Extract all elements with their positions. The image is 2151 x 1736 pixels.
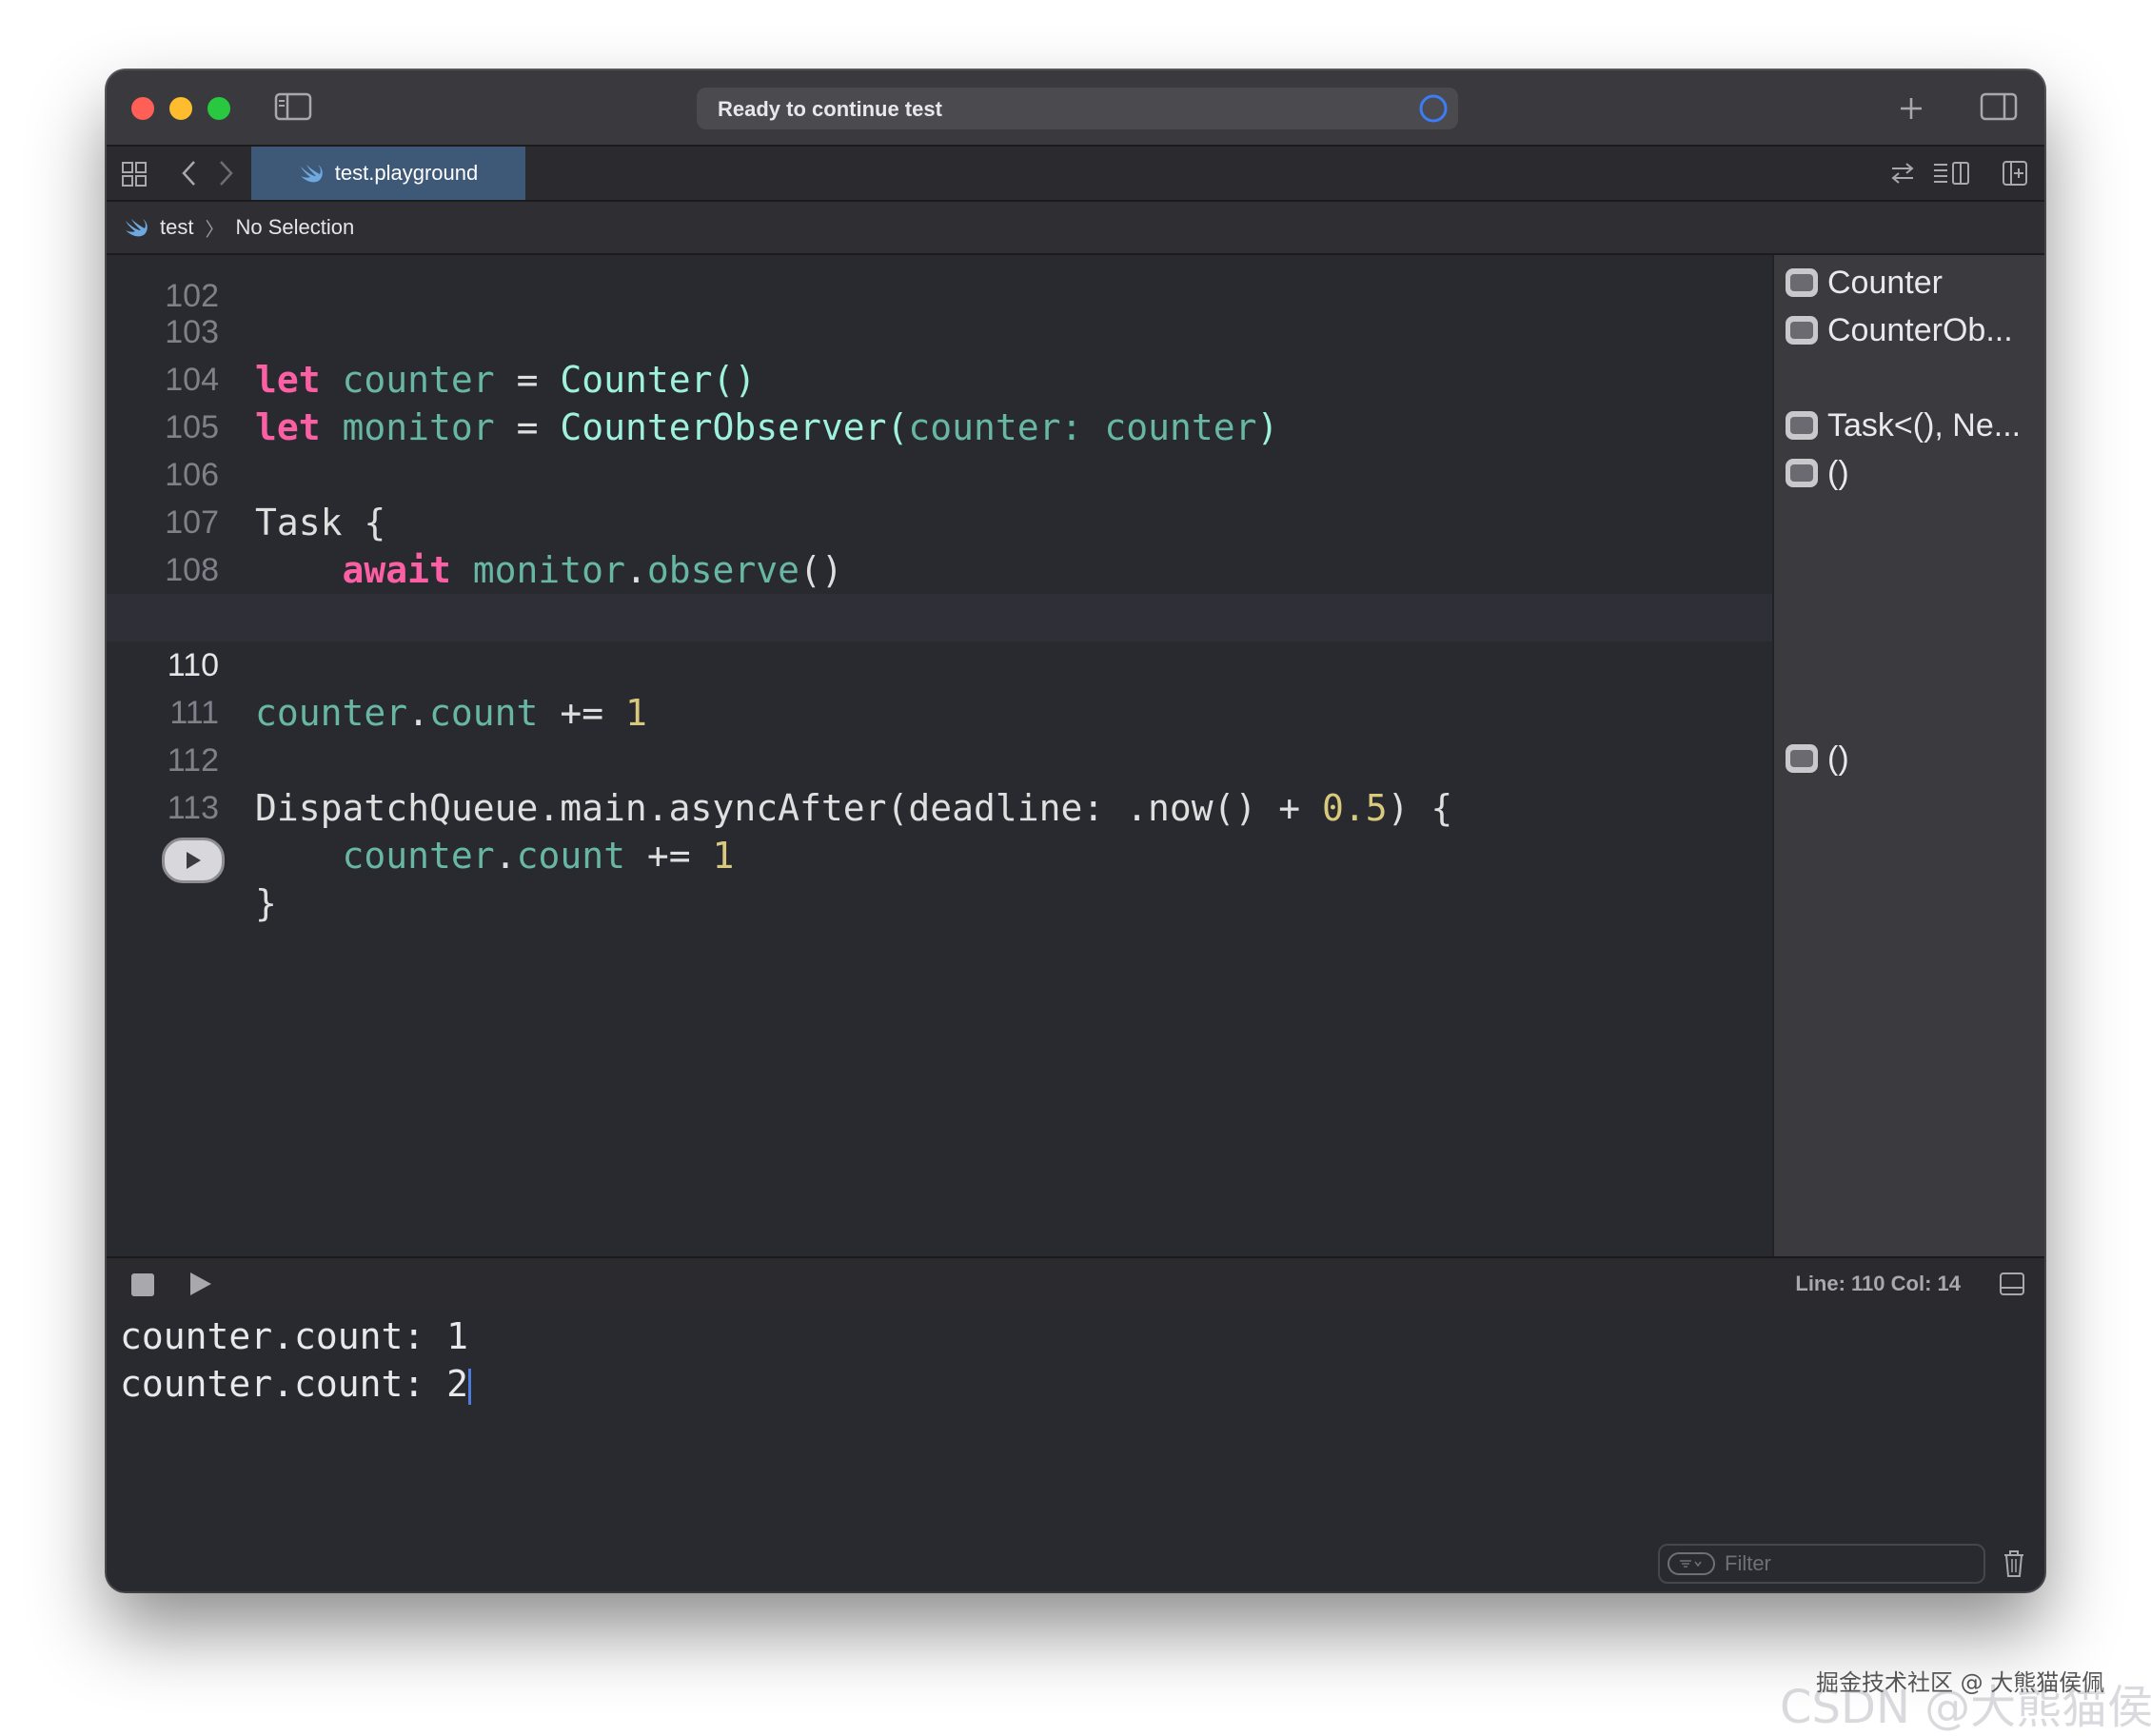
code-identifier: counter (342, 835, 495, 877)
breadcrumb-separator-icon: 〉 (205, 219, 225, 241)
breadcrumb-project[interactable]: test (160, 215, 193, 240)
toggle-console-icon[interactable] (1997, 1270, 2027, 1298)
quick-look-icon[interactable] (1786, 268, 1818, 297)
result-label: Task<(), Ne... (1827, 406, 2022, 444)
code-line: 105 (107, 356, 1772, 445)
title-bar: Ready to continue test (107, 70, 2044, 147)
minimize-window-button[interactable] (169, 97, 192, 120)
watermark-juejin: 掘金技术社区 @ 大熊猫侯佩 (1816, 1669, 2105, 1696)
code-line: 106 Task { (107, 404, 1772, 543)
inspector-toggle-icon[interactable] (1978, 89, 2020, 124)
source-editor[interactable]: 102 103 let counter = Counter() 104 let … (107, 255, 1772, 1256)
debug-bar: Line: 110 Col: 14 (107, 1256, 2044, 1312)
code-line: 108 } (107, 499, 1772, 639)
swap-arrows-icon[interactable] (1886, 158, 1919, 188)
quick-look-icon[interactable] (1786, 316, 1818, 345)
breadcrumb: test 〉 No Selection (107, 202, 2044, 255)
result-item: () (1786, 735, 1849, 782)
swift-icon (126, 219, 148, 237)
back-chevron-icon[interactable] (177, 158, 202, 188)
tab-bar: test.playground (107, 147, 2044, 202)
code-operator: += (646, 835, 691, 877)
tab-label: test.playground (334, 161, 479, 185)
tab-test-playground[interactable]: test.playground (251, 147, 525, 200)
swift-icon (300, 165, 323, 183)
code-property: count (516, 835, 625, 877)
result-label: CounterOb... (1827, 311, 2013, 348)
forward-chevron-icon[interactable] (213, 158, 238, 188)
xcode-window: Ready to continue test test.playground t… (107, 70, 2044, 1591)
console-area[interactable]: counter.count: 1 counter.count: 2 Filter (107, 1310, 2044, 1591)
code-line: 109 (107, 546, 1772, 636)
result-label: () (1827, 740, 1849, 777)
result-item: Counter (1786, 259, 1943, 306)
result-label: Counter (1827, 264, 1943, 301)
console-output-line: counter.count: 2 (120, 1363, 472, 1405)
console-output-text: counter.count: 2 (120, 1363, 469, 1405)
console-output-line: counter.count: 1 (120, 1315, 469, 1357)
result-item: CounterOb... (1786, 306, 2013, 354)
run-to-line-button[interactable] (162, 838, 225, 883)
editor-options-icon[interactable] (1930, 158, 1974, 188)
result-item: Task<(), Ne... (1786, 402, 2021, 449)
play-icon (187, 852, 201, 869)
code-line: 104 let monitor = CounterObserver(counte… (107, 308, 1772, 448)
quick-look-icon[interactable] (1786, 744, 1818, 773)
cursor-position: Line: 110 Col: 14 (1795, 1272, 1961, 1295)
progress-spinner-icon (1419, 94, 1448, 123)
code-punctuation: . (494, 835, 517, 877)
code-number: 1 (712, 835, 735, 877)
result-label: () (1827, 454, 1849, 491)
code-line: 103 let counter = Counter() (107, 261, 1772, 401)
filter-placeholder: Filter (1725, 1551, 1771, 1575)
code-line: 112 DispatchQueue.main.asyncAfter(deadli… (107, 689, 1772, 829)
trash-icon[interactable] (2001, 1548, 2027, 1580)
quick-look-icon[interactable] (1786, 459, 1818, 487)
activity-viewer: Ready to continue test (697, 88, 1458, 129)
related-items-grid-icon[interactable] (120, 160, 148, 188)
add-icon[interactable] (1892, 89, 1930, 128)
code-text: } (255, 882, 277, 924)
console-filter[interactable]: Filter (1658, 1544, 1985, 1584)
code-line: 107 await monitor.observe() (107, 451, 1772, 591)
quick-look-icon[interactable] (1786, 411, 1818, 440)
zoom-window-button[interactable] (207, 97, 230, 120)
text-caret (468, 1368, 472, 1405)
navigator-toggle-icon[interactable] (274, 89, 312, 124)
breadcrumb-selection[interactable]: No Selection (235, 215, 354, 240)
stop-icon[interactable] (131, 1273, 154, 1296)
results-sidebar: Counter CounterOb... Task<(), Ne... () (… (1772, 255, 2044, 1256)
current-code-line: 110 counter.count += 1 (107, 594, 1772, 734)
code-line: 111 (107, 641, 1772, 731)
code-line: 114 } (107, 784, 1772, 924)
filter-options-icon[interactable] (1668, 1552, 1715, 1575)
code-line: 113 counter.count += 1 (107, 737, 1772, 877)
run-icon[interactable] (185, 1270, 215, 1298)
add-editor-icon[interactable] (1999, 158, 2031, 188)
activity-status-text: Ready to continue test (718, 97, 942, 121)
result-item: () (1786, 449, 1849, 497)
close-window-button[interactable] (131, 97, 154, 120)
